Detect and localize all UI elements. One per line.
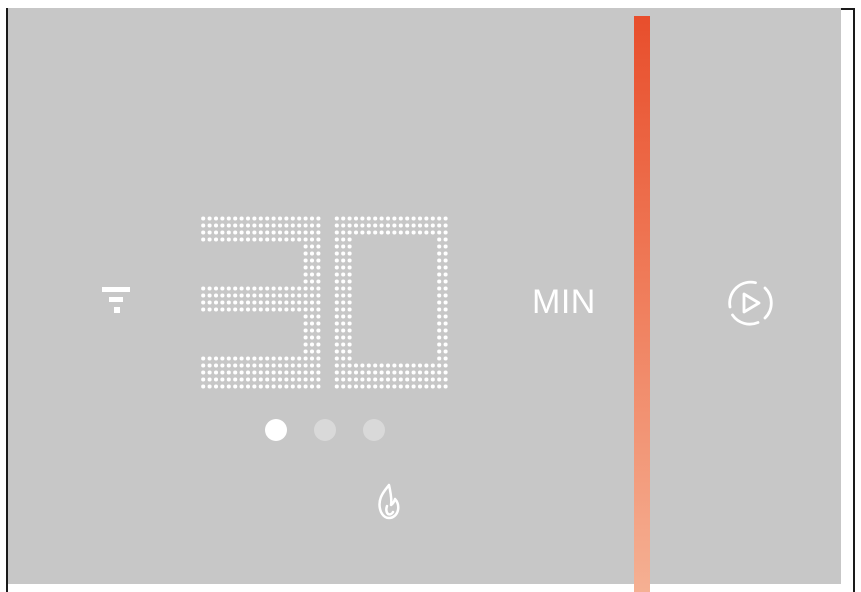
page-dot[interactable]: [363, 419, 385, 441]
page-dot[interactable]: [265, 419, 287, 441]
duration-display: 30: [200, 215, 448, 393]
duration-unit-label: MIN: [532, 283, 596, 321]
page-indicator: [263, 419, 387, 443]
digit-glyph: [334, 216, 448, 389]
digit-glyph: [201, 216, 321, 389]
heating-status-bar: [634, 16, 650, 592]
dot-matrix-digits: [201, 216, 448, 389]
page-dot[interactable]: [314, 419, 336, 441]
comfort-settings-icon[interactable]: [100, 281, 144, 321]
play-circle-icon: [728, 280, 773, 326]
flame-icon: [374, 482, 404, 522]
start-button[interactable]: [722, 275, 778, 331]
